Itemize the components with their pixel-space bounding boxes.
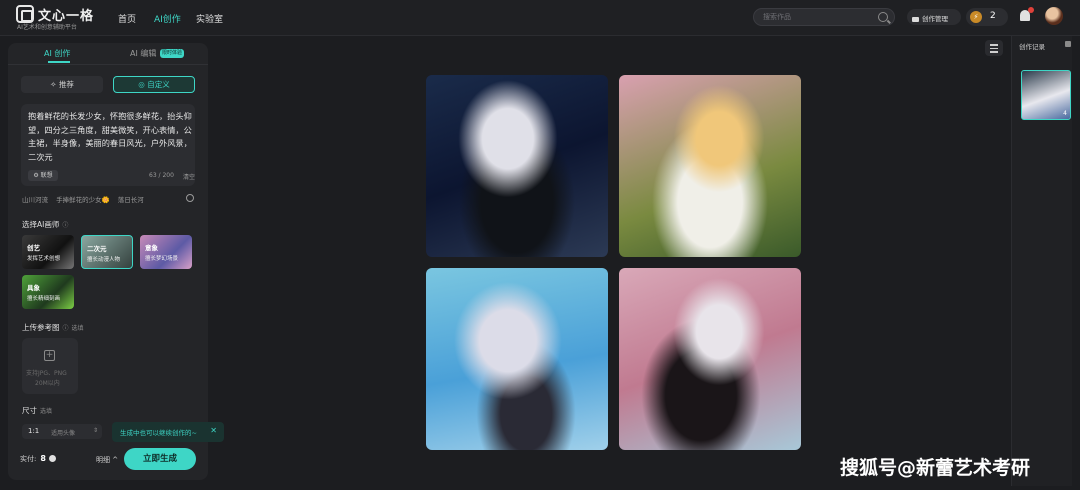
tab-divider [8, 64, 208, 65]
nav-lab[interactable]: 实验室 [196, 12, 223, 25]
cost-value: 8 [40, 454, 46, 463]
coin-icon [48, 455, 56, 462]
painter-desc: 擅长精细刻画 [27, 296, 61, 302]
upload-optional: 选填 [71, 325, 84, 332]
coin-icon: ⚡ [970, 11, 982, 23]
generated-image[interactable] [426, 268, 608, 450]
char-count: 63 / 200 [149, 172, 174, 179]
prompt-suggestions: 山川河流 手捧鲜花的少女🌼 落日长河 [22, 194, 150, 204]
active-tab-underline [48, 61, 70, 63]
painter-card-juxiang[interactable]: 具象 擅长精细刻画 [22, 275, 74, 309]
upload-reference-image[interactable]: + 支持JPG、PNG 20M以内 [22, 338, 78, 394]
info-icon[interactable]: ⓘ [62, 222, 68, 229]
close-icon[interactable]: ✕ [210, 426, 217, 435]
painter-name: 具象 [27, 284, 40, 292]
brand-subtitle: AI艺术和创意辅助平台 [17, 24, 77, 31]
size-title: 尺寸 [22, 406, 37, 415]
prompt-text[interactable]: 抱着鲜花的长发少女，怀抱很多鲜花，抬头仰望，四分之三角度，甜美微笑，开心表情，公… [28, 110, 192, 164]
detail-toggle[interactable]: 明细 ^ [96, 455, 118, 465]
nav-home[interactable]: 首页 [118, 12, 136, 25]
chevron-updown-icon: ⇕ [92, 427, 98, 434]
generated-image[interactable] [619, 75, 801, 257]
mode-recommend-label: 推荐 [58, 80, 74, 89]
folder-icon [912, 17, 919, 22]
ratio-use: 适用头像 [51, 430, 76, 437]
upload-hint-size: 20M以内 [35, 380, 60, 387]
suggestion-item[interactable]: 手捧鲜花的少女🌼 [56, 196, 110, 204]
search-icon[interactable] [878, 12, 888, 22]
search-placeholder: 搜索作品 [763, 13, 791, 21]
lenovo-button[interactable]: ⚙ 联想 [28, 170, 58, 181]
image-count: 4 [1063, 110, 1067, 117]
history-title: 创作记录 [1019, 43, 1045, 51]
detail-label: 明细 [96, 456, 110, 464]
top-bar: 文心一格 AI艺术和创意辅助平台 首页 AI创作 实验室 搜索作品 创作管理 ⚡… [0, 0, 1080, 36]
search-input[interactable]: 搜索作品 [753, 8, 895, 26]
mode-recommend-button[interactable]: ✧ 推荐 [21, 76, 103, 93]
limited-time-badge: 限时体验 [160, 49, 184, 58]
prompt-textarea[interactable]: 抱着鲜花的长发少女，怀抱很多鲜花，抬头仰望，四分之三角度，甜美微笑，开心表情，公… [21, 104, 195, 186]
upload-hint-format: 支持JPG、PNG [26, 370, 67, 377]
creation-manage-label: 创作管理 [922, 15, 948, 23]
painter-title: 选择AI画师 [22, 220, 60, 229]
toast-text: 生成中也可以继续创作的~ [120, 429, 197, 437]
refresh-icon[interactable] [186, 194, 194, 202]
painter-section-title: 选择AI画师 ⓘ [22, 219, 68, 230]
size-optional: 选填 [40, 408, 53, 415]
cost-display: 实付: 8 [20, 454, 56, 464]
lenovo-label: 联想 [40, 172, 53, 179]
upload-section-title: 上传参考图 ⓘ 选填 [22, 322, 84, 333]
painter-name: 创艺 [27, 244, 40, 252]
coin-balance[interactable]: ⚡ 2 [966, 8, 1008, 26]
painter-desc: 擅长动漫人物 [87, 257, 121, 263]
clear-button[interactable]: 清空 [183, 172, 195, 181]
history-sidebar: 创作记录 4 [1011, 36, 1072, 486]
create-panel: AI 创作 AI 编辑 限时体验 ✧ 推荐 ◎ 自定义 抱着鲜花的长发少女，怀抱… [8, 43, 224, 480]
nav-ai-create[interactable]: AI创作 [154, 12, 181, 25]
info-icon[interactable]: ⓘ [63, 325, 69, 332]
painter-desc: 发挥艺术创想 [27, 256, 61, 262]
size-section-title: 尺寸 选填 [22, 405, 52, 416]
mode-custom-label: 自定义 [147, 80, 170, 89]
notification-dot [1028, 7, 1034, 13]
bell-icon[interactable] [1020, 7, 1034, 21]
upload-title: 上传参考图 [22, 323, 60, 332]
watermark: 搜狐号@新蕾艺术考研 [840, 457, 1031, 479]
coin-count: 2 [990, 11, 996, 21]
suggestion-item[interactable]: 山川河流 [22, 196, 48, 204]
creation-manage-button[interactable]: 创作管理 [907, 9, 961, 25]
generated-image[interactable] [426, 75, 608, 257]
avatar[interactable] [1045, 7, 1063, 25]
generate-button[interactable]: 立即生成 [124, 448, 196, 470]
tab-ai-edit[interactable]: AI 编辑 [130, 48, 156, 59]
cost-label: 实付: [20, 455, 37, 463]
painter-desc: 擅长梦幻场景 [145, 256, 179, 262]
painter-name: 意象 [145, 244, 158, 252]
suggestion-item[interactable]: 落日长河 [118, 196, 144, 204]
info-toast: 生成中也可以继续创作的~ ✕ [112, 422, 224, 442]
plus-icon: + [44, 350, 55, 361]
painter-card-yixiang[interactable]: 意象 擅长梦幻场景 [140, 235, 192, 269]
tab-ai-create[interactable]: AI 创作 [44, 48, 70, 59]
painter-card-chuangyi[interactable]: 创艺 发挥艺术创想 [22, 235, 74, 269]
list-view-icon[interactable] [985, 40, 1003, 56]
history-thumbnail[interactable]: 4 [1021, 70, 1071, 120]
ratio-value: 1:1 [28, 427, 40, 435]
mode-custom-button[interactable]: ◎ 自定义 [113, 76, 195, 93]
painter-card-anime[interactable]: 二次元 擅长动漫人物 [81, 235, 133, 269]
painter-name: 二次元 [87, 245, 107, 253]
logo-icon[interactable] [16, 5, 34, 23]
generated-image[interactable] [619, 268, 801, 450]
collapse-icon[interactable] [1065, 41, 1071, 47]
ratio-select[interactable]: 1:1 适用头像 ⇕ [22, 424, 102, 439]
